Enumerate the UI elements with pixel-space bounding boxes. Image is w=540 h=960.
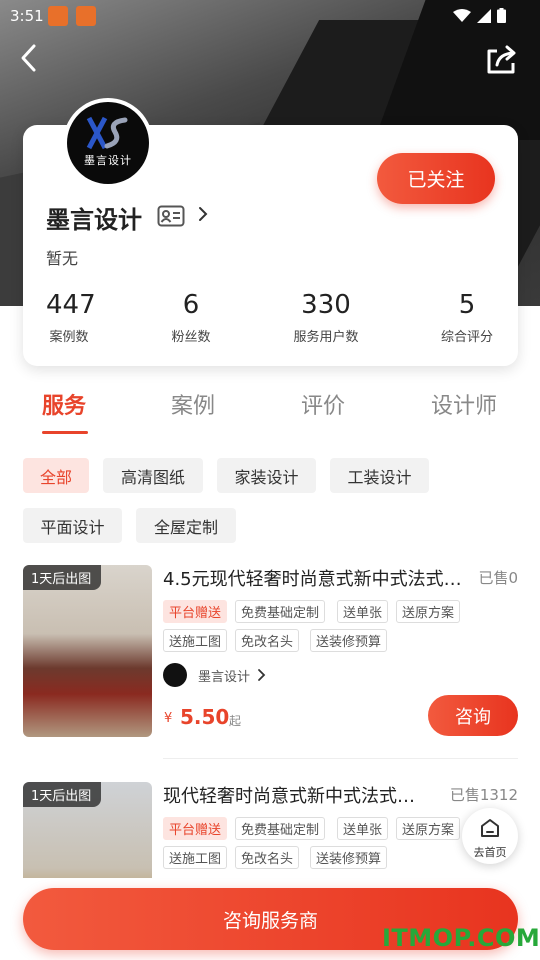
shop-mini-avatar	[163, 663, 187, 687]
stat-rating: 5 综合评分	[438, 290, 496, 345]
stat-fans: 6 粉丝数	[168, 290, 214, 345]
consult-button[interactable]: 咨询	[428, 695, 518, 736]
filter-chip-graphic-design[interactable]: 平面设计	[23, 508, 122, 543]
tag: 免费基础定制	[235, 600, 326, 623]
stat-label: 综合评分	[440, 330, 493, 345]
tag: 平台赠送	[163, 817, 228, 840]
tag: 送施工图	[163, 629, 228, 652]
tab-reviews[interactable]: 评价	[301, 388, 345, 420]
delivery-badge: 1天后出图	[23, 782, 102, 807]
filter-chip-whole-house[interactable]: 全屋定制	[136, 508, 236, 543]
chevron-right-icon[interactable]	[257, 667, 267, 683]
filter-chip-home-design[interactable]: 家装设计	[217, 458, 316, 493]
stat-cases: 447 案例数	[46, 290, 96, 345]
divider	[163, 758, 518, 759]
follow-button[interactable]: 已关注	[377, 153, 495, 204]
shop-avatar: 墨言设计	[63, 98, 153, 188]
tab-cases[interactable]: 案例	[171, 388, 215, 420]
share-icon[interactable]	[483, 41, 519, 77]
status-time: 3:51	[10, 7, 44, 25]
shop-logo-icon	[67, 116, 149, 154]
product-card[interactable]: 1天后出图 现代轻奢时尚意式新中式法式设计 已售1312 平台赠送 免费基础定制…	[23, 782, 518, 878]
signal-icon	[477, 8, 491, 23]
tag: 送施工图	[163, 846, 228, 869]
tag: 免改名头	[235, 846, 300, 869]
product-thumbnail[interactable]: 1天后出图	[23, 565, 152, 737]
shop-name[interactable]: 墨言设计	[46, 200, 142, 235]
filter-chip-commercial-design[interactable]: 工装设计	[330, 458, 429, 493]
tag: 免改名头	[235, 629, 300, 652]
tab-services[interactable]: 服务	[42, 388, 86, 420]
notification-app-icon	[76, 6, 96, 26]
product-card[interactable]: 1天后出图 4.5元现代轻奢时尚意式新中式法式设计 已售0 平台赠送 免费基础定…	[23, 565, 518, 740]
tag: 平台赠送	[163, 600, 228, 623]
stat-value: 5	[458, 290, 476, 320]
id-card-icon[interactable]	[157, 205, 185, 227]
tag: 送原方案	[396, 600, 461, 623]
back-icon[interactable]	[14, 40, 44, 76]
tab-indicator	[42, 431, 88, 434]
sold-count: 已售1312	[449, 786, 518, 804]
tag: 送单张	[337, 600, 389, 623]
tag: 送单张	[337, 817, 389, 840]
stat-value: 447	[46, 290, 96, 320]
stat-label: 粉丝数	[171, 330, 211, 345]
stat-value: 330	[301, 290, 351, 320]
price-unit: 起	[229, 714, 242, 728]
stat-label: 服务用户数	[293, 330, 359, 345]
tag: 送原方案	[396, 817, 461, 840]
wifi-icon	[453, 8, 471, 22]
go-home-button[interactable]: 去首页	[462, 808, 518, 864]
price-currency: ¥	[164, 711, 173, 726]
stat-service-users: 330 服务用户数	[288, 290, 364, 345]
tag: 免费基础定制	[235, 817, 326, 840]
tag: 送装修预算	[310, 629, 388, 652]
filter-chip-all[interactable]: 全部	[23, 458, 89, 493]
notification-app-icon	[48, 6, 68, 26]
battery-icon	[497, 8, 506, 23]
stat-label: 案例数	[49, 330, 89, 345]
status-bar: 3:51	[0, 0, 540, 32]
chevron-right-icon[interactable]	[196, 204, 210, 224]
product-title[interactable]: 现代轻奢时尚意式新中式法式设计	[163, 782, 431, 808]
tag: 送装修预算	[310, 846, 388, 869]
avatar-text: 墨言设计	[84, 154, 132, 167]
go-home-label: 去首页	[473, 846, 507, 859]
stat-value: 6	[182, 290, 200, 320]
status-icons	[453, 8, 506, 23]
product-thumbnail[interactable]: 1天后出图	[23, 782, 152, 878]
shop-mini-name[interactable]: 墨言设计	[198, 666, 250, 685]
delivery-badge: 1天后出图	[23, 565, 102, 590]
tab-designers[interactable]: 设计师	[431, 388, 497, 420]
watermark: ITMOP.COM	[382, 924, 540, 952]
sold-count: 已售0	[478, 569, 518, 587]
filter-chip-hd-drawings[interactable]: 高清图纸	[103, 458, 203, 493]
price-value: 5.50	[180, 705, 230, 729]
home-icon	[481, 819, 499, 837]
product-title[interactable]: 4.5元现代轻奢时尚意式新中式法式设计	[163, 565, 463, 591]
shop-description: 暂无	[46, 249, 79, 268]
